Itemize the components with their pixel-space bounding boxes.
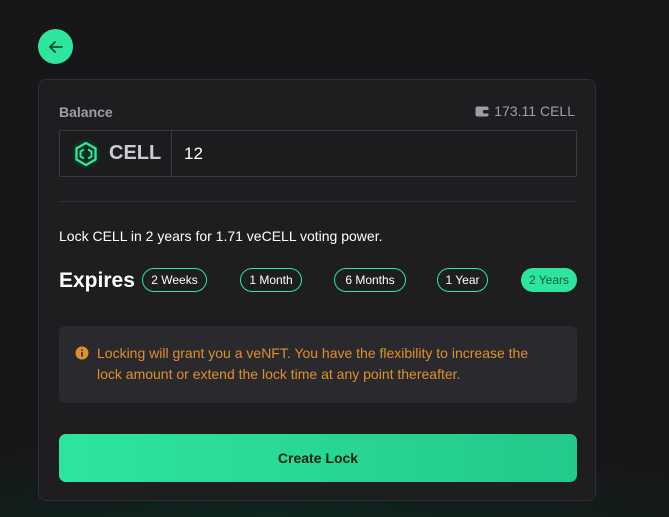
- duration-option-6-months[interactable]: 6 Months: [334, 268, 406, 292]
- arrow-left-icon: [48, 40, 63, 53]
- divider: [59, 201, 577, 202]
- amount-input-row: CELL: [59, 130, 577, 177]
- create-lock-button[interactable]: Create Lock: [59, 434, 577, 482]
- info-text-line-1: Locking will grant you a veNFT. You have…: [97, 345, 529, 361]
- duration-option-1-year[interactable]: 1 Year: [437, 268, 488, 292]
- amount-input[interactable]: [172, 131, 576, 176]
- duration-option-2-years[interactable]: 2 Years: [521, 268, 577, 292]
- balance-amount: 173.11 CELL: [494, 103, 575, 119]
- expires-label: Expires: [59, 269, 135, 292]
- balance-label: Balance: [59, 104, 113, 120]
- info-notice: Locking will grant you a veNFT. You have…: [59, 326, 577, 403]
- duration-option-2-weeks[interactable]: 2 Weeks: [142, 268, 207, 292]
- token-name: CELL: [109, 142, 162, 164]
- lock-card: Balance 173.11 CELL CELL Lock CELL in 2 …: [38, 79, 596, 501]
- back-button[interactable]: [38, 29, 73, 64]
- lock-summary: Lock CELL in 2 years for 1.71 veCELL vot…: [59, 228, 383, 244]
- cell-logo-icon: [71, 138, 101, 169]
- info-icon: [75, 346, 89, 360]
- duration-option-1-month[interactable]: 1 Month: [240, 268, 302, 292]
- info-text-line-2: lock amount or extend the lock time at a…: [97, 366, 461, 382]
- balance-value: 173.11 CELL: [475, 103, 575, 119]
- token-selector: CELL: [60, 131, 172, 176]
- wallet-icon: [475, 106, 490, 117]
